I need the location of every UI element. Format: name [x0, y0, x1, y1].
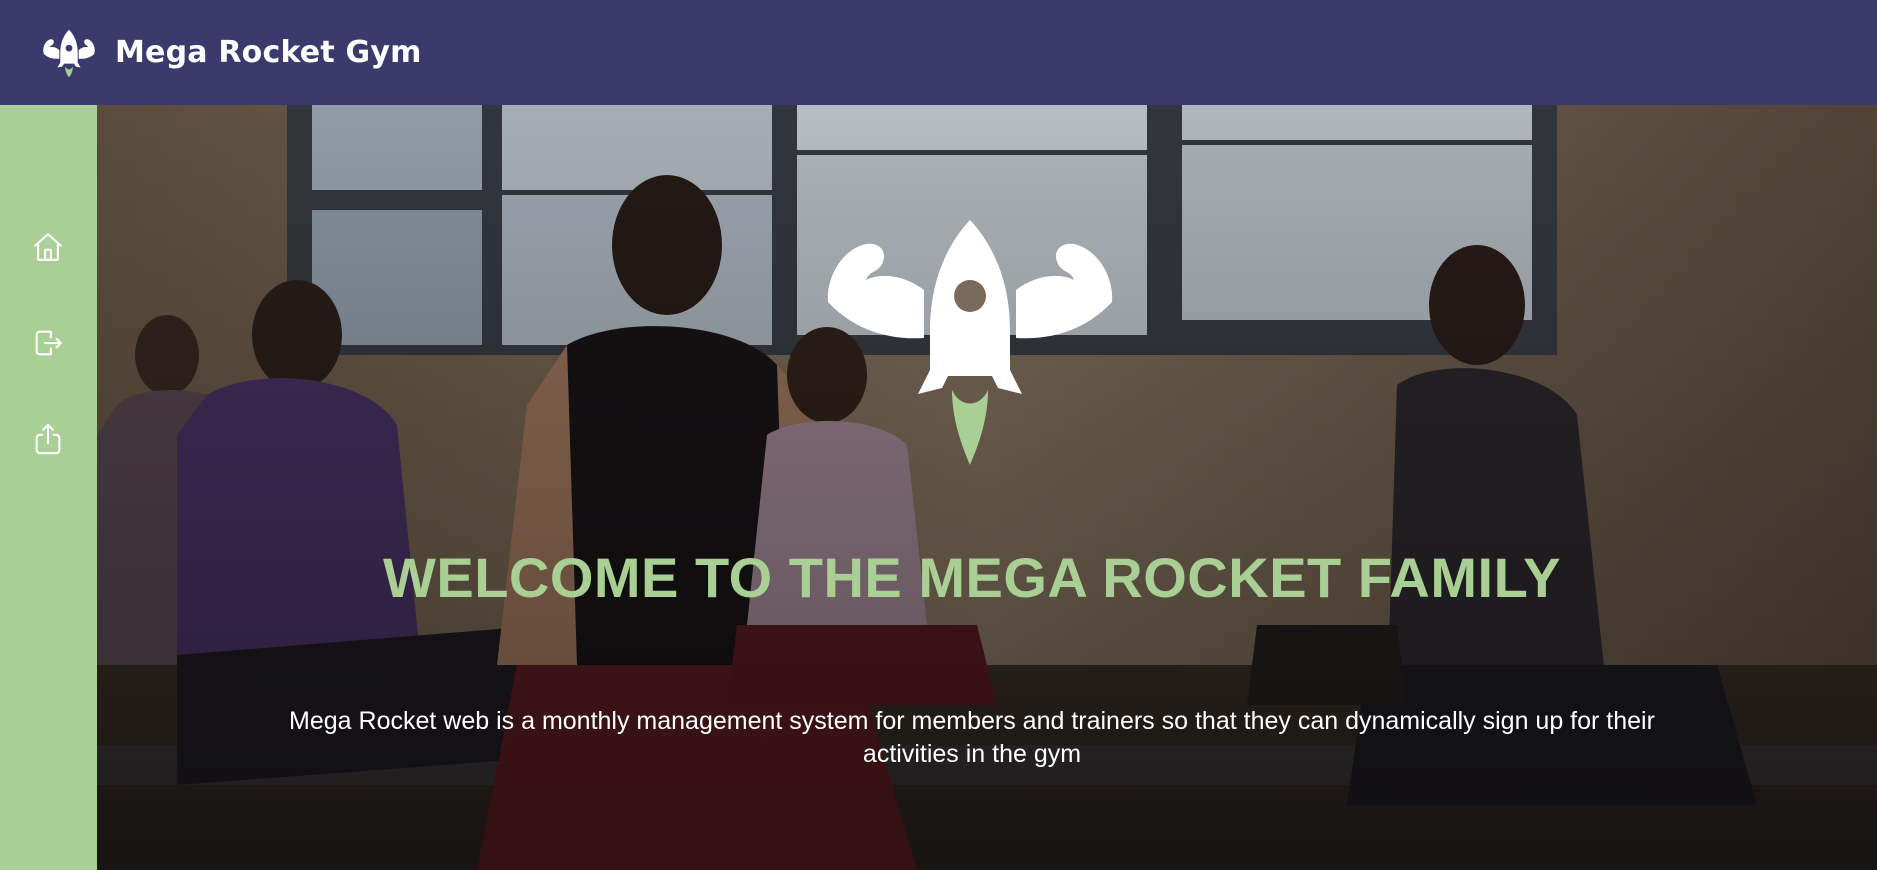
sidebar-item-share[interactable] — [28, 419, 68, 459]
rocket-flexing-arms-icon — [827, 220, 1113, 465]
hero-title: WELCOME TO THE MEGA ROCKET FAMILY — [382, 546, 1561, 609]
hero-section: WELCOME TO THE MEGA ROCKET FAMILY Mega R… — [97, 105, 1877, 870]
sidebar — [0, 105, 97, 870]
rocket-logo-icon[interactable] — [38, 25, 100, 81]
logout-icon — [35, 330, 62, 356]
hero-description: Mega Rocket web is a monthly management … — [289, 707, 1655, 768]
home-icon — [34, 233, 62, 261]
brand-name[interactable]: Mega Rocket Gym — [115, 35, 422, 70]
sidebar-item-logout[interactable] — [28, 323, 68, 363]
top-header: Mega Rocket Gym — [0, 0, 1877, 105]
sidebar-item-home[interactable] — [28, 227, 68, 267]
share-icon — [35, 423, 61, 455]
